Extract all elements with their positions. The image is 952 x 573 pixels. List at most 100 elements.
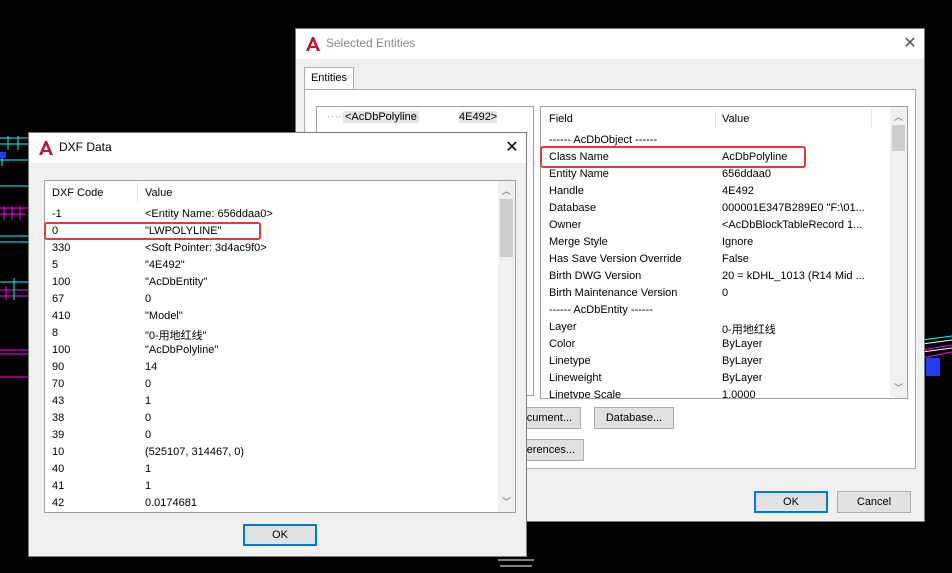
selected-entities-titlebar[interactable]: Selected Entities ✕ [296,29,924,59]
cell-field: Lineweight [549,372,602,384]
table-row[interactable]: 90 14 [45,359,498,376]
table-row[interactable]: Linetype Scale 1.0000 [541,387,890,398]
cell-code: 42 [52,497,65,509]
table-row[interactable]: 42 0.0174681 [45,495,498,512]
cell-value: 4E492 [722,185,754,197]
cell-value: 0 [145,429,152,441]
table-row[interactable]: ------ AcDbEntity ------ [541,302,890,319]
column-separator [871,109,872,129]
autocad-logo-icon [39,141,53,155]
table-row[interactable]: Has Save Version Override False [541,251,890,268]
cell-value: False [722,253,749,265]
cell-field: Database [549,202,597,214]
close-icon[interactable]: ✕ [501,138,523,158]
table-row[interactable]: 10 (525107, 314467, 0) [45,444,498,461]
cell-value: 14 [145,361,158,373]
table-row[interactable]: Database 000001E347B289E0 "F:\01... [541,200,890,217]
autocad-logo-icon [306,37,320,51]
cell-field: Birth DWG Version [549,270,642,282]
cell-value: 0.0174681 [145,497,197,509]
cell-value: Ignore [722,236,754,248]
cell-code: 43 [52,395,65,407]
cell-value: "0-用地红线" [145,330,207,342]
tab-entities[interactable]: Entities [304,67,354,90]
table-row[interactable]: -1 <Entity Name: 656ddaa0> [45,206,498,223]
field-value-rows: ------ AcDbObject ------ Class Name AcDbPo… [541,132,890,398]
dxf-rows: -1 <Entity Name: 656ddaa0> 0 "LWPOLYLINE" 33… [45,206,498,512]
table-row[interactable]: 43 1 [45,393,498,410]
cancel-button[interactable]: Cancel [837,491,911,513]
close-icon[interactable]: ✕ [899,34,921,54]
table-row[interactable]: Entity Name 656ddaa0 [541,166,890,183]
table-row[interactable]: 38 0 [45,410,498,427]
ok-button[interactable]: OK [754,491,828,513]
table-row[interactable]: Merge Style Ignore [541,234,890,251]
cell-value: "4E492" [145,259,185,271]
table-row[interactable]: 40 1 [45,461,498,478]
column-header-value[interactable]: Value [722,113,749,125]
table-row[interactable]: 100 "AcDbEntity" [45,274,498,291]
table-row[interactable]: 410 "Model" [45,308,498,325]
cell-value: <Soft Pointer: 3d4ac9f0> [145,242,267,254]
column-separator [137,183,138,203]
cell-code: 10 [52,446,65,458]
table-row[interactable]: Lineweight ByLayer [541,370,890,387]
cell-code: 8 [52,327,59,339]
table-row[interactable]: Birth Maintenance Version 0 [541,285,890,302]
column-separator [715,109,716,129]
table-row[interactable]: Layer 0-用地红线 [541,319,890,336]
table-row[interactable]: 39 0 [45,427,498,444]
dxf-list-scrollbar[interactable]: ︿ ﹀ [498,181,515,512]
cell-field: Layer [549,321,577,333]
cell-code: 330 [52,242,71,254]
list-header: Field Value [541,107,890,131]
table-row[interactable]: 41 1 [45,478,498,495]
table-row[interactable]: 67 0 [45,291,498,308]
cell-value: 1 [145,395,152,407]
field-list-scrollbar[interactable]: ︿ ﹀ [890,107,907,398]
cell-value: "AcDbPolyline" [145,344,219,356]
chevron-up-icon[interactable]: ︿ [498,183,515,199]
table-row[interactable]: Birth DWG Version 20 = kDHL_1013 (R14 Mid… [541,268,890,285]
cell-code: 5 [52,259,59,271]
cell-field: Entity Name [549,168,609,180]
table-row[interactable]: 70 0 [45,376,498,393]
cell-value: 0 [145,293,152,305]
cell-value: <Entity Name: 656ddaa0> [145,208,273,220]
cell-value: 656ddaa0 [722,168,771,180]
cell-field: Merge Style [549,236,608,248]
cell-code: 41 [52,480,65,492]
cell-code: 39 [52,429,65,441]
ok-button[interactable]: OK [243,524,317,546]
cell-code: 100 [52,276,71,288]
database-button[interactable]: Database... [594,407,674,429]
cell-code: -1 [52,208,62,220]
cell-field: Linetype [549,355,591,367]
cell-value: 20 = kDHL_1013 (R14 Mid ... [722,270,865,282]
dxf-data-titlebar[interactable]: DXF Data ✕ [29,133,526,163]
chevron-down-icon[interactable]: ﹀ [890,380,907,396]
scrollbar-thumb[interactable] [500,199,513,257]
chevron-down-icon[interactable]: ﹀ [498,494,515,510]
cell-value: "AcDbEntity" [145,276,208,288]
table-row[interactable]: 5 "4E492" [45,257,498,274]
chevron-up-icon[interactable]: ︿ [890,109,907,125]
table-row[interactable]: Color ByLayer [541,336,890,353]
column-header-value[interactable]: Value [145,187,172,199]
table-row[interactable]: 8 "0-用地红线" [45,325,498,342]
cell-value: 1 [145,480,152,492]
cell-code: 410 [52,310,71,322]
cell-field: Handle [549,185,584,197]
scrollbar-thumb[interactable] [892,125,905,151]
table-row[interactable]: Handle 4E492 [541,183,890,200]
table-row[interactable]: Linetype ByLayer [541,353,890,370]
column-header-dxf-code[interactable]: DXF Code [52,187,103,199]
table-row[interactable]: 100 "AcDbPolyline" [45,342,498,359]
window-title: Selected Entities [326,36,416,50]
list-header: DXF Code Value [45,181,498,205]
table-row[interactable]: 330 <Soft Pointer: 3d4ac9f0> [45,240,498,257]
cell-value: 0 [145,378,152,390]
column-header-field[interactable]: Field [549,113,573,125]
table-row[interactable]: Owner <AcDbBlockTableRecord 1... [541,217,890,234]
cell-value: ByLayer [722,338,763,350]
